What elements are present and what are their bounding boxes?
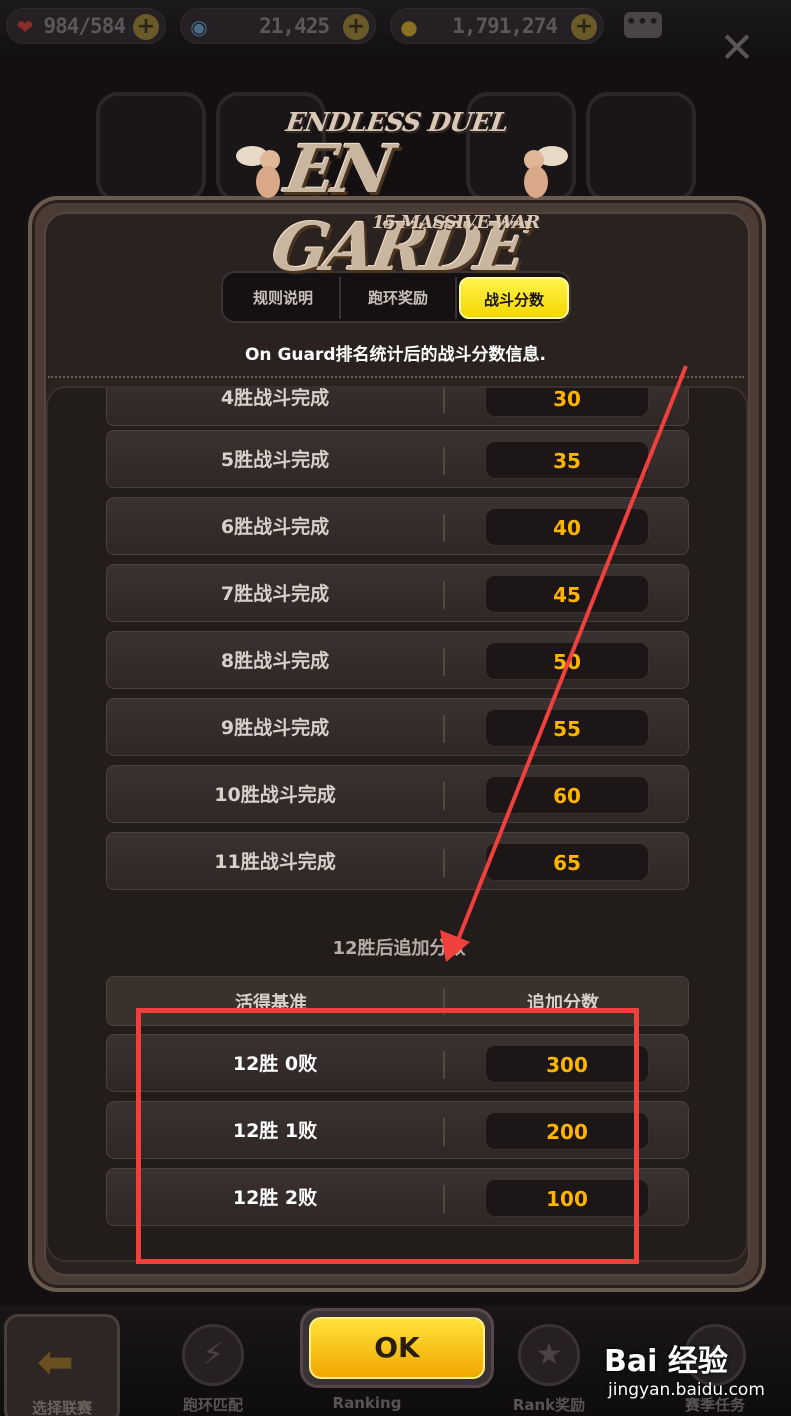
annotation-arrow-icon <box>440 365 688 962</box>
baidu-watermark: Bai 经验 jingyan.baidu.com <box>604 1336 784 1410</box>
watermark-brand: Bai 经验 <box>604 1344 728 1379</box>
watermark-url: jingyan.baidu.com <box>608 1380 765 1400</box>
